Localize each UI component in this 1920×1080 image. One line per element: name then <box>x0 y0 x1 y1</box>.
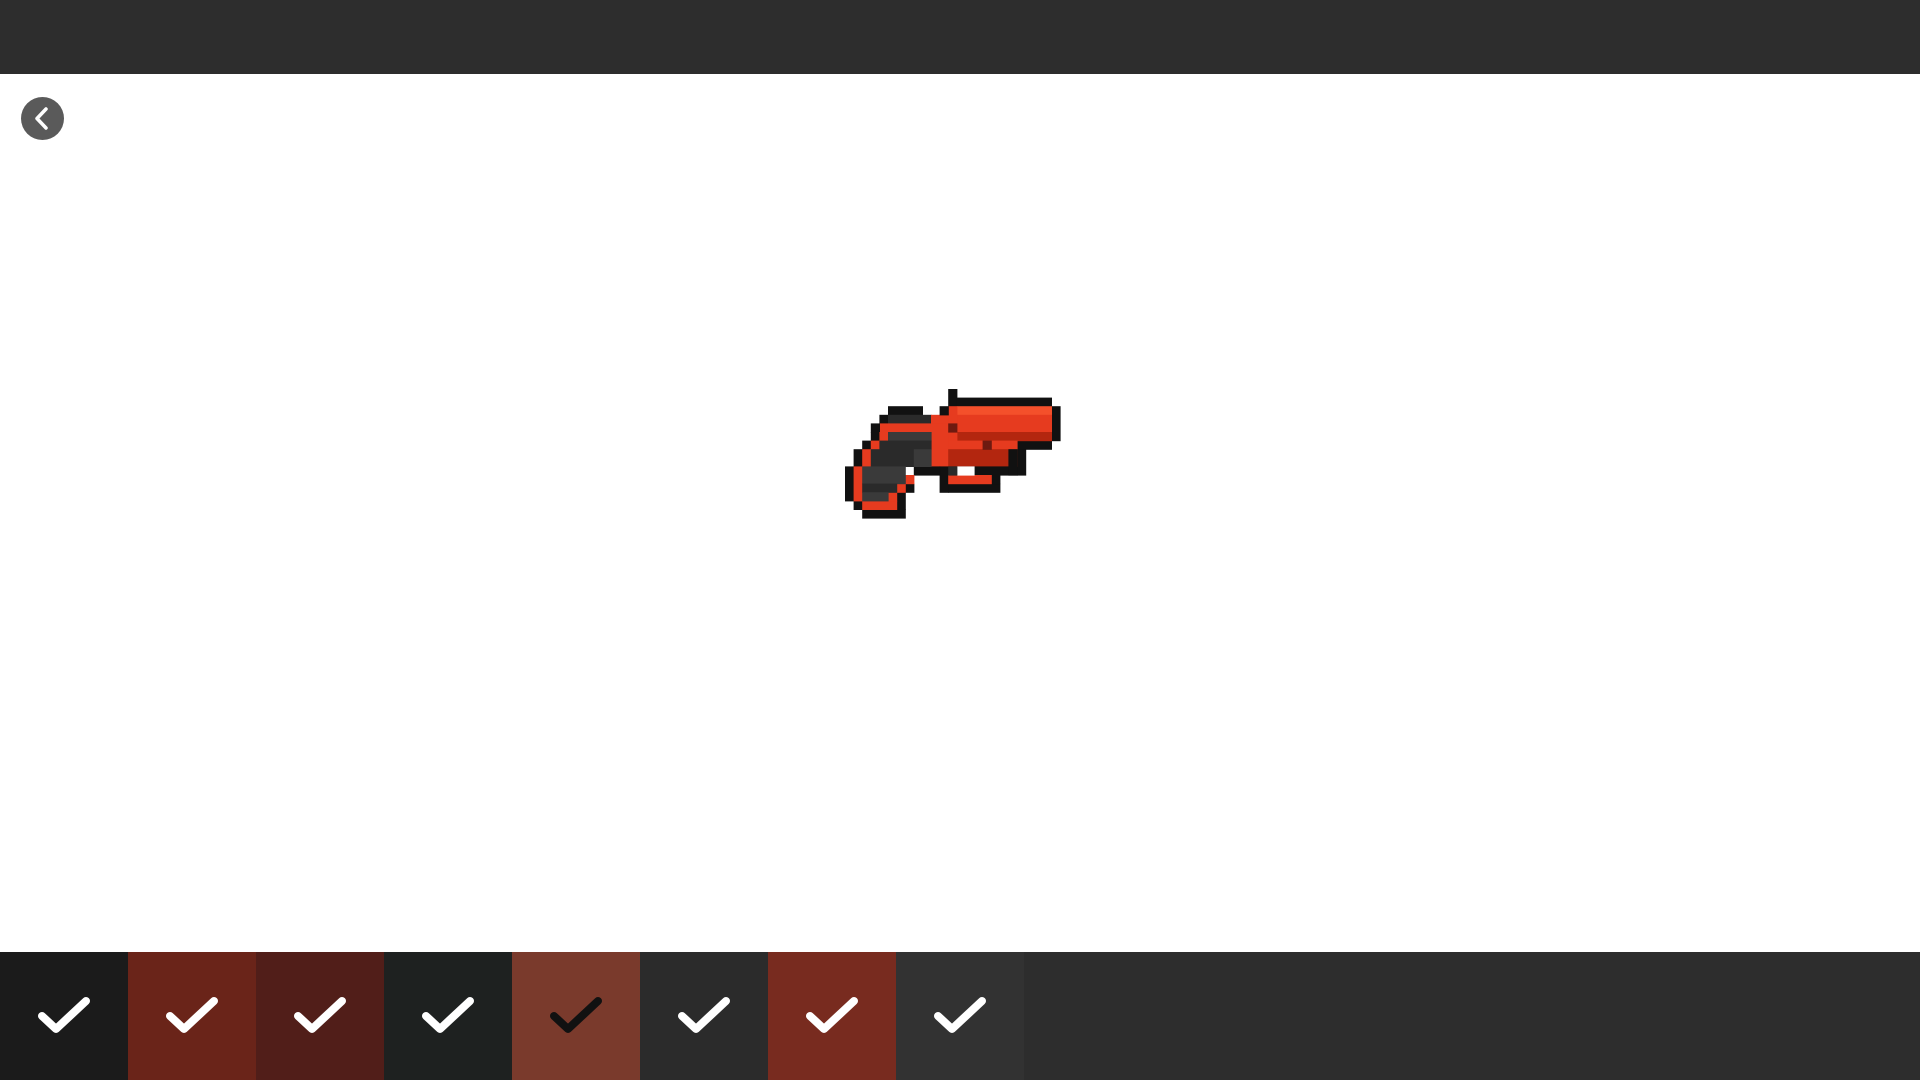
trigger-gap <box>956 466 975 476</box>
sprite-pixel <box>913 449 932 467</box>
sprite-pixel <box>1017 440 1052 450</box>
sprite-pixel <box>853 449 863 467</box>
checkmark-icon <box>294 997 346 1033</box>
sprite-pixel <box>956 432 1052 442</box>
sprite-pixel <box>870 440 880 450</box>
sprite-pixel <box>982 440 992 450</box>
sprite-pixel <box>939 406 949 416</box>
sprite-pixel <box>862 500 898 510</box>
sprite-pixel <box>888 432 932 442</box>
sprite-pixel <box>956 406 1052 416</box>
sprite-pixel <box>1008 449 1018 476</box>
sprite-pixel <box>931 432 949 467</box>
sprite-pixel <box>1017 449 1027 476</box>
palette-swatch[interactable] <box>640 952 768 1080</box>
palette-swatch[interactable] <box>512 952 640 1080</box>
sprite-pixel <box>948 466 958 476</box>
color-palette <box>0 952 1920 1080</box>
sprite-pixel <box>845 466 855 502</box>
sprite-pixel <box>862 492 889 502</box>
palette-swatch[interactable] <box>256 952 384 1080</box>
palette-swatch[interactable] <box>768 952 896 1080</box>
checkmark-icon <box>166 997 218 1033</box>
sprite-pixel <box>956 414 1052 433</box>
flare-gun-sprite[interactable] <box>845 389 1101 569</box>
sprite-pixel <box>870 432 880 442</box>
palette-swatch[interactable] <box>896 952 1024 1080</box>
sprite-pixel <box>862 449 872 467</box>
sprite-pixel <box>853 466 863 502</box>
sprite-pixel <box>991 475 1001 485</box>
sprite-pixel <box>862 440 872 450</box>
palette-swatch[interactable] <box>384 952 512 1080</box>
sprite-pixel <box>931 414 949 424</box>
checkmark-icon <box>806 997 858 1033</box>
checkmark-icon <box>38 997 90 1033</box>
checkmark-icon <box>550 997 602 1033</box>
sprite-pixel <box>870 423 880 433</box>
sprite-pixel <box>905 475 915 485</box>
sprite-pixel <box>913 466 941 476</box>
checkmark-icon <box>678 997 730 1033</box>
sprite-pixel <box>862 509 906 519</box>
top-bar <box>0 0 1920 74</box>
sprite-pixel <box>879 414 889 424</box>
sprite-pixel <box>896 492 906 510</box>
sprite-pixel <box>879 423 949 433</box>
sprite-pixel <box>888 414 932 424</box>
sprite-pixel <box>1051 406 1061 442</box>
sprite-pixel <box>948 389 958 407</box>
checkmark-icon <box>934 997 986 1033</box>
sprite-pixel <box>853 500 863 510</box>
sprite-pixel <box>939 475 949 493</box>
sprite-pixel <box>948 423 958 433</box>
sprite-pixel <box>956 397 1052 407</box>
sprite-pixel <box>879 432 889 442</box>
back-button[interactable] <box>21 97 64 140</box>
sprite-pixel <box>870 449 915 467</box>
sprite-pixel <box>888 492 898 502</box>
sprite-pixel <box>948 449 1018 467</box>
palette-swatch[interactable] <box>128 952 256 1080</box>
sprite-pixel <box>948 475 992 485</box>
sprite-pixel <box>896 483 906 493</box>
chevron-left-icon <box>35 107 48 130</box>
sprite-pixel <box>948 483 1001 493</box>
sprite-pixel <box>879 440 932 450</box>
palette-swatch[interactable] <box>0 952 128 1080</box>
sprite-pixel <box>905 483 915 493</box>
sprite-pixel <box>862 483 898 493</box>
sprite-pixel <box>888 406 923 416</box>
sprite-pixel <box>862 466 906 485</box>
checkmark-icon <box>422 997 474 1033</box>
